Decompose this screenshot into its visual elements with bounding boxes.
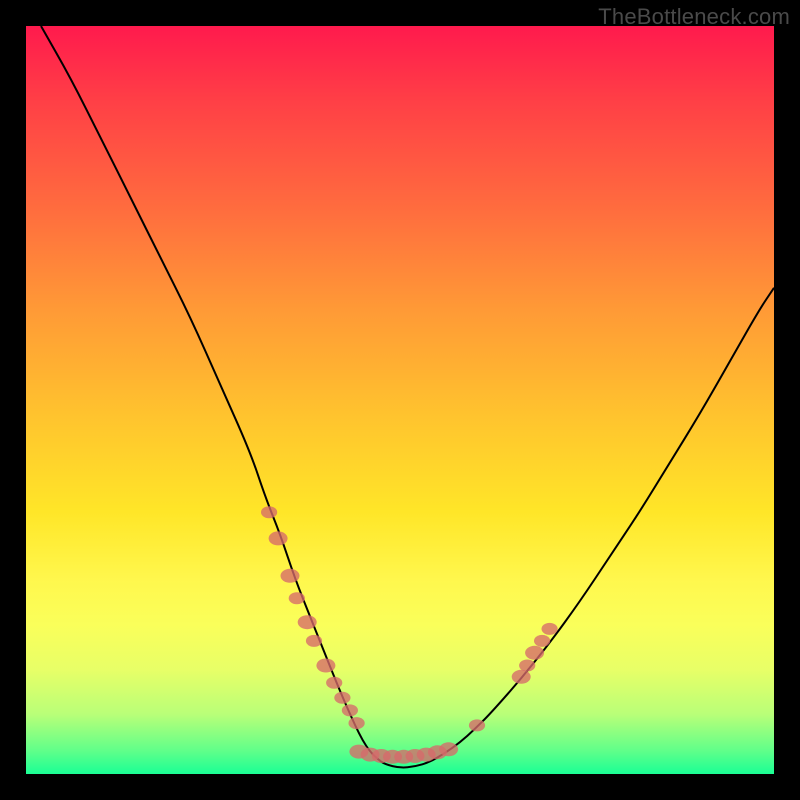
scatter-dot — [469, 719, 485, 731]
scatter-dot — [542, 623, 558, 635]
scatter-dot — [306, 635, 322, 647]
scatter-dot — [289, 592, 305, 604]
scatter-dot — [261, 506, 277, 518]
scatter-dot — [316, 659, 335, 673]
scatter-dot — [298, 615, 317, 629]
chart-area — [26, 26, 774, 774]
scatter-dots — [261, 506, 558, 764]
chart-svg — [26, 26, 774, 774]
watermark-text: TheBottleneck.com — [598, 4, 790, 30]
scatter-dot — [334, 692, 350, 704]
scatter-dot — [326, 677, 342, 689]
scatter-dot — [525, 646, 544, 660]
bottleneck-curve — [41, 26, 774, 767]
scatter-dot — [281, 569, 300, 583]
scatter-dot — [439, 742, 458, 756]
scatter-dot — [349, 717, 365, 729]
scatter-dot — [519, 660, 535, 672]
scatter-dot — [342, 704, 358, 716]
scatter-dot — [269, 531, 288, 545]
scatter-dot — [534, 635, 550, 647]
scatter-dot — [512, 670, 531, 684]
